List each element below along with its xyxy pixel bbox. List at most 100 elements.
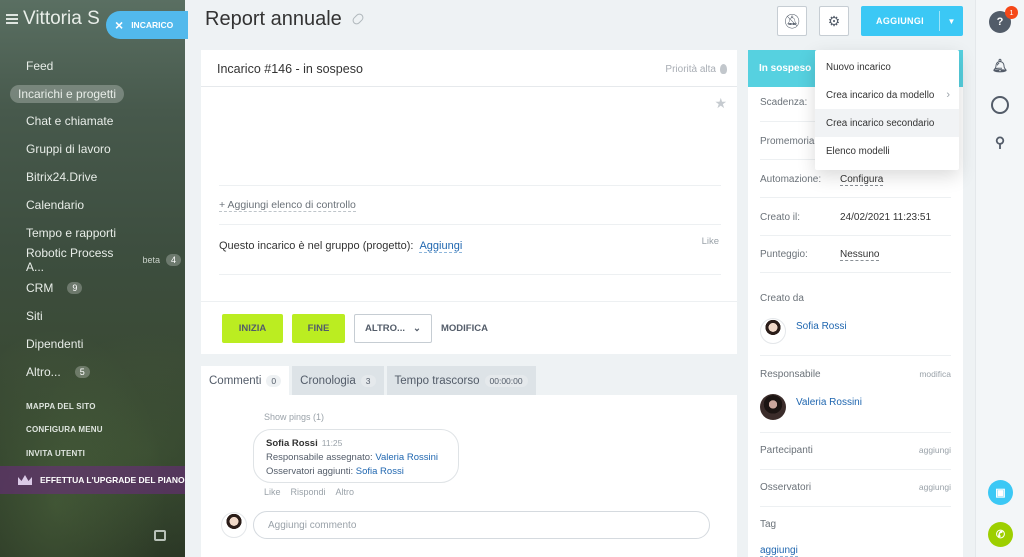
chat-icon[interactable]: [991, 96, 1009, 114]
menu-item-from-template[interactable]: Crea incarico da modello ›: [815, 81, 959, 109]
priority-toggle[interactable]: Priorità alta: [665, 64, 727, 75]
sidebar-item-label: CRM: [26, 281, 54, 296]
mute-button[interactable]: 🔕︎: [777, 6, 807, 36]
tab-count: 3: [360, 374, 376, 387]
sidebar-item-calendar[interactable]: Calendario: [18, 191, 181, 219]
menu-icon[interactable]: [6, 14, 18, 24]
tab-label: Commenti: [209, 374, 262, 387]
counter-badge: 5: [74, 365, 90, 378]
finish-button[interactable]: FINE: [292, 314, 345, 343]
automation-link[interactable]: Configura: [840, 174, 884, 186]
tab-time-spent[interactable]: Tempo trascorso 00:00:00: [386, 366, 536, 395]
sidebar-item-employees[interactable]: Dipendenti: [18, 330, 181, 358]
field-label: Osservatori: [760, 482, 812, 493]
field-label: Promemoria: [760, 136, 815, 147]
menu-item-subtask[interactable]: Crea incarico secondario: [815, 109, 959, 137]
created-value: 24/02/2021 11:23:51: [840, 212, 932, 223]
divider: [760, 432, 951, 433]
sidebar-item-crm[interactable]: CRM 9: [18, 274, 181, 302]
sidebar-item-chat[interactable]: Chat e chiamate: [18, 108, 181, 136]
chevron-right-icon: ›: [946, 89, 950, 101]
task-heading: Incarico #146 - in sospeso: [217, 62, 363, 76]
phone-icon[interactable]: ✆: [988, 522, 1013, 547]
sidebar-item-time-reports[interactable]: Tempo e rapporti: [18, 219, 181, 247]
bell-icon[interactable]: 🔔︎: [989, 55, 1011, 77]
comment-actions: Like Rispondi Altro: [264, 487, 354, 497]
invite-users-link[interactable]: INVITA UTENTI: [26, 449, 85, 458]
score-link[interactable]: Nessuno: [840, 249, 880, 261]
sidebar-item-tasks[interactable]: Incarichi e progetti: [10, 80, 181, 108]
link-icon[interactable]: [350, 11, 366, 27]
screen-share-icon[interactable]: ▣: [988, 480, 1013, 505]
sidebar-item-feed[interactable]: Feed: [18, 52, 181, 80]
divider: [219, 185, 721, 186]
tab-history[interactable]: Cronologia 3: [292, 366, 384, 395]
sidebar-item-sites[interactable]: Siti: [18, 302, 181, 330]
comment-author[interactable]: Sofia Rossi: [266, 438, 318, 449]
add-checklist-link[interactable]: + Aggiungi elenco di controllo: [219, 199, 356, 212]
tab-comments[interactable]: Commenti 0: [201, 366, 290, 395]
search-icon[interactable]: ⚲: [989, 131, 1011, 153]
divider: [760, 506, 951, 507]
start-button[interactable]: INIZIA: [222, 314, 283, 343]
sidebar-item-label: Gruppi di lavoro: [26, 142, 111, 157]
close-icon[interactable]: ×: [115, 18, 123, 32]
task-slider-tab[interactable]: × INCARICO: [106, 11, 188, 39]
comment-input[interactable]: Aggiungi commento: [253, 511, 710, 539]
settings-button[interactable]: ⚙: [819, 6, 849, 36]
task-action-bar: INIZIA FINE ALTRO... ⌄ MODIFICA: [201, 301, 737, 354]
menu-item-label: Crea incarico da modello: [826, 89, 935, 101]
field-label: Automazione:: [760, 174, 822, 185]
creator-link[interactable]: Sofia Rossi: [796, 321, 847, 332]
responsible-link[interactable]: Valeria Rossini: [796, 397, 862, 408]
modify-button[interactable]: MODIFICA: [441, 323, 488, 334]
sidebar-item-rpa[interactable]: Robotic Process A... beta 4: [18, 246, 181, 275]
more-button[interactable]: ALTRO... ⌄: [354, 314, 432, 343]
sidebar-item-label: Altro...: [26, 364, 61, 379]
show-pings-link[interactable]: Show pings (1): [264, 412, 324, 422]
group-info: Questo incarico è nel gruppo (progetto):…: [219, 240, 463, 253]
sidebar-item-label: Calendario: [26, 197, 85, 212]
comment-text: Osservatori aggiunti:: [266, 466, 354, 477]
upgrade-plan-button[interactable]: EFFETTUA L'UPGRADE DEL PIANO: [0, 466, 185, 494]
site-map-link[interactable]: MAPPA DEL SITO: [26, 402, 96, 411]
sidebar-nav: Feed Incarichi e progetti Chat e chiamat…: [10, 52, 181, 386]
chevron-down-icon[interactable]: ▼: [940, 17, 963, 26]
add-participant-link[interactable]: aggiungi: [919, 445, 951, 455]
menu-item-templates-list[interactable]: Elenco modelli: [815, 137, 959, 165]
configure-menu-link[interactable]: CONFIGURA MENU: [26, 425, 103, 434]
user-link[interactable]: Sofia Rossi: [356, 466, 404, 477]
comment-like-link[interactable]: Like: [264, 487, 281, 497]
menu-item-label: Crea incarico secondario: [826, 117, 935, 129]
add-observer-link[interactable]: aggiungi: [919, 482, 951, 492]
sidebar-item-more[interactable]: Altro... 5: [18, 358, 181, 386]
sidebar-item-drive[interactable]: Bitrix24.Drive: [18, 163, 181, 191]
observers-row: Osservatori aggiungi: [760, 482, 951, 493]
field-label: Partecipanti: [760, 445, 813, 456]
crown-icon: [18, 475, 32, 485]
modify-responsible-link[interactable]: modifica: [919, 369, 951, 379]
task-tabs: Commenti 0 Cronologia 3 Tempo trascorso 00:…: [201, 366, 536, 395]
beta-label: beta: [142, 255, 160, 266]
add-button[interactable]: AGGIUNGI ▼: [861, 6, 963, 36]
sidebar-item-label: Bitrix24.Drive: [26, 170, 98, 185]
sidebar-item-label: Robotic Process A...: [26, 246, 114, 275]
sidebar-item-label: Dipendenti: [26, 336, 84, 351]
sidebar-item-workgroups[interactable]: Gruppi di lavoro: [18, 135, 181, 163]
add-tag-link[interactable]: aggiungi: [760, 545, 798, 557]
comment-reply-link[interactable]: Rispondi: [291, 487, 326, 497]
sidebar-item-label: Siti: [26, 309, 43, 324]
star-icon[interactable]: ★: [714, 95, 727, 112]
portal-name[interactable]: Vittoria S: [23, 8, 100, 30]
avatar: [760, 394, 786, 420]
printer-icon[interactable]: [154, 530, 166, 541]
field-label: Tag: [760, 519, 777, 530]
like-link[interactable]: Like: [702, 236, 719, 247]
created-by-row: Creato da: [760, 293, 951, 304]
menu-item-new-task[interactable]: Nuovo incarico: [815, 53, 959, 81]
gear-icon: ⚙: [827, 12, 841, 29]
add-group-link[interactable]: Aggiungi: [419, 240, 463, 253]
user-link[interactable]: Valeria Rossini: [375, 452, 438, 463]
comment-more-link[interactable]: Altro: [336, 487, 355, 497]
task-description: ★ + Aggiungi elenco di controllo Questo …: [201, 87, 737, 301]
